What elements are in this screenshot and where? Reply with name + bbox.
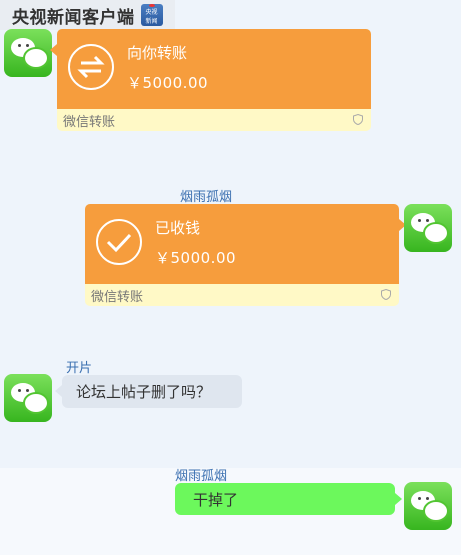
wechat-avatar-icon[interactable] — [4, 374, 52, 422]
transfer-amount: ￥5000.00 — [155, 249, 237, 267]
transfer-footer: 微信转账 — [63, 115, 116, 130]
cctv-news-logo-icon: 央视 新闻 — [140, 4, 163, 26]
transfer-card-received[interactable]: 向你转账 ￥5000.00 微信转账 — [57, 29, 371, 131]
sender-name: 烟雨孤烟 — [175, 469, 228, 484]
wechat-avatar-icon[interactable] — [404, 482, 452, 530]
transfer-footer: 微信转账 — [91, 290, 144, 305]
shield-icon — [353, 114, 363, 125]
sender-name: 烟雨孤烟 — [180, 190, 233, 205]
bubble-tail — [55, 385, 62, 397]
transfer-amount: ￥5000.00 — [127, 74, 209, 92]
message-text: 论坛上帖子删了吗？ — [76, 383, 212, 401]
shield-icon — [381, 289, 391, 300]
wechat-avatar-icon[interactable] — [404, 204, 452, 252]
sender-name: 开片 — [66, 361, 93, 376]
bubble-tail — [50, 44, 57, 56]
message-text: 干掉了 — [193, 490, 239, 509]
message-bubble-sent[interactable]: 干掉了 — [175, 483, 395, 515]
checkmark-icon — [96, 219, 142, 265]
message-bubble-received[interactable]: 论坛上帖子删了吗？ — [62, 375, 242, 408]
bubble-tail — [395, 493, 402, 505]
wechat-avatar-icon[interactable] — [4, 29, 52, 77]
app-title: 央视新闻客户端 — [12, 7, 135, 28]
transfer-label: 向你转账 — [127, 44, 188, 62]
transfer-arrows-icon — [68, 44, 114, 90]
app-header: 央视新闻客户端 央视 新闻 — [0, 0, 175, 30]
transfer-label: 已收钱 — [155, 219, 201, 237]
transfer-card-accepted[interactable]: 已收钱 ￥5000.00 微信转账 — [85, 204, 399, 306]
